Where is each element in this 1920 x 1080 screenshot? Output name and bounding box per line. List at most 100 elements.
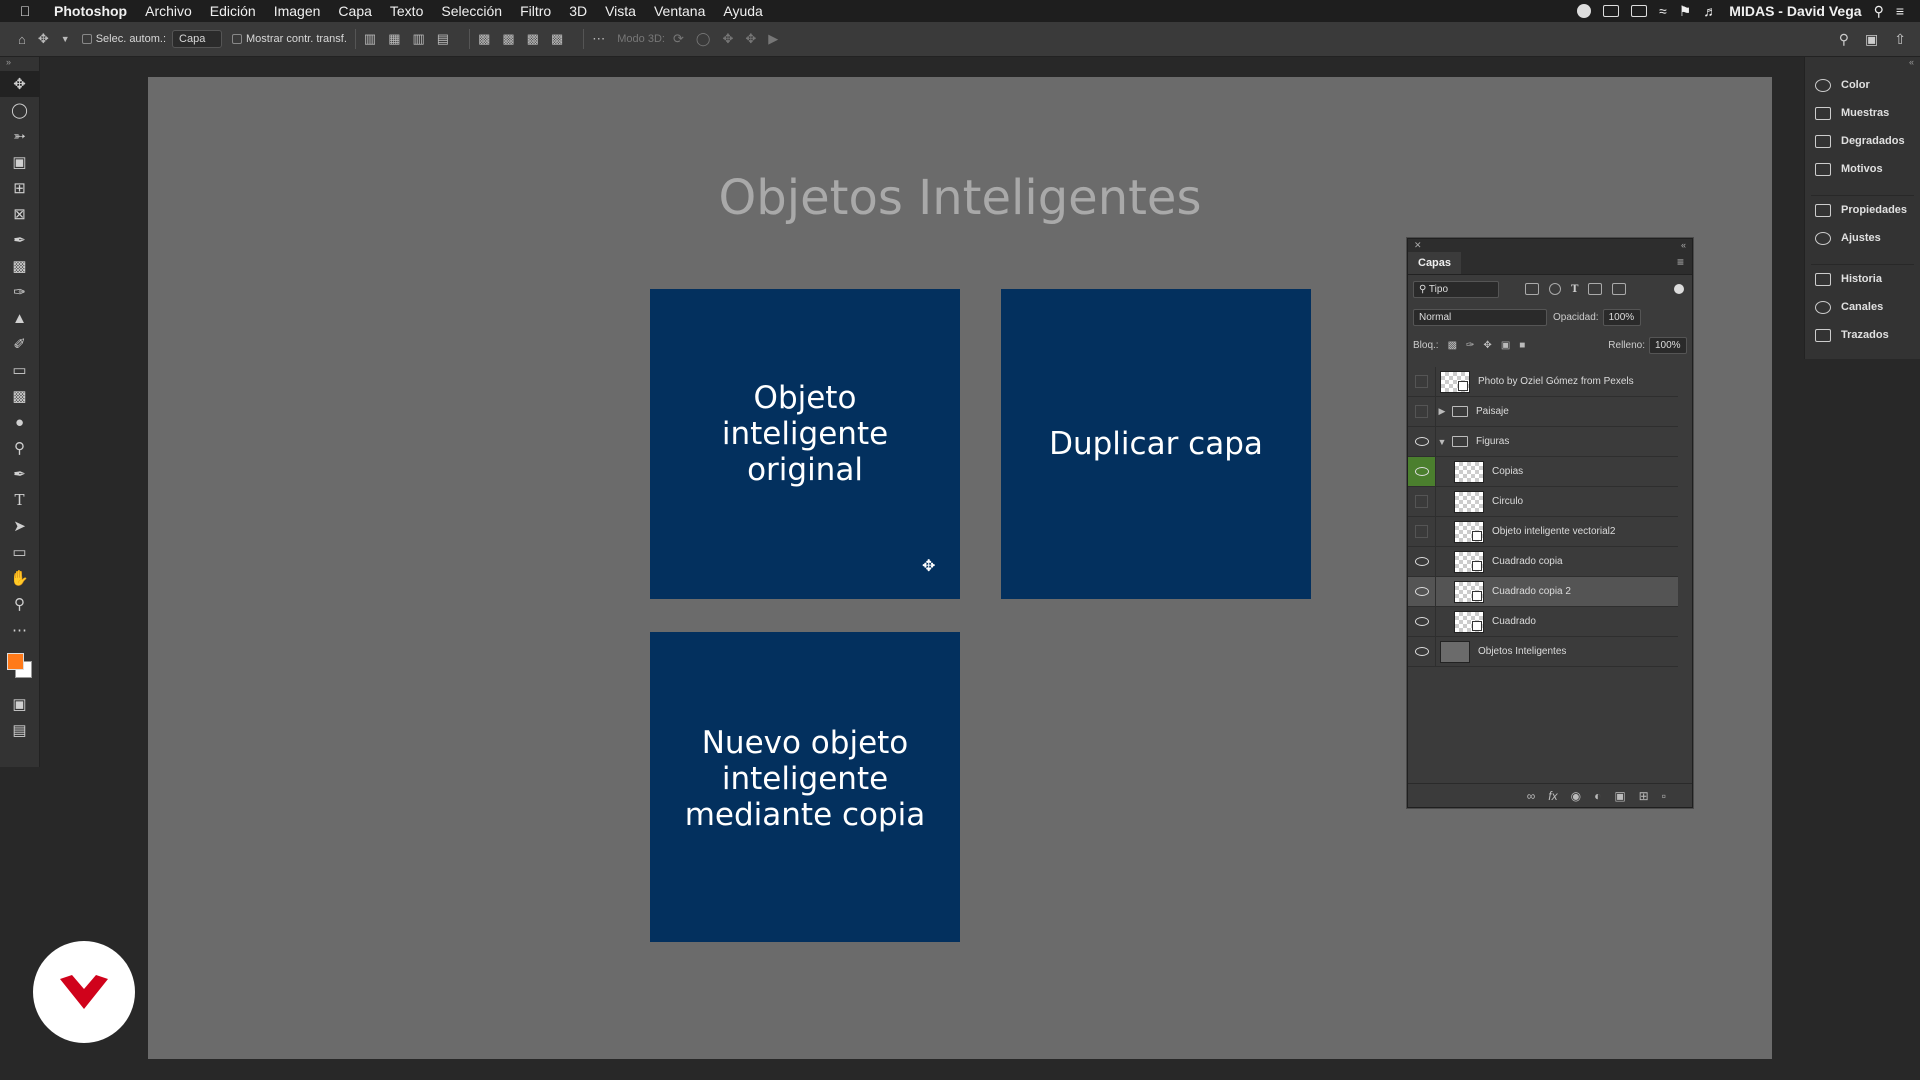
dock-item-canales[interactable]: Canales <box>1805 293 1920 321</box>
filter-shape-icon[interactable] <box>1588 283 1603 295</box>
rectangle-tool-icon[interactable]: ▭ <box>0 539 39 565</box>
more-tools-icon[interactable]: ⋯ <box>0 617 39 643</box>
flag-icon[interactable]: ⚑ <box>1679 3 1692 20</box>
dock-item-ajustes[interactable]: Ajustes <box>1805 224 1920 252</box>
filter-toggle[interactable] <box>1674 284 1684 294</box>
visibility-toggle[interactable] <box>1408 637 1436 666</box>
auto-select-dropdown[interactable]: Capa <box>172 30 223 48</box>
layer-row[interactable]: Objetos Inteligentes <box>1408 637 1678 667</box>
mask-icon[interactable]: ◉ <box>1571 789 1581 803</box>
dock-item-trazados[interactable]: Trazados <box>1805 321 1920 349</box>
slide-3d-icon[interactable]: ✥ <box>745 31 756 47</box>
menu-imagen[interactable]: Imagen <box>265 3 330 19</box>
filter-pixel-icon[interactable] <box>1525 283 1539 295</box>
path-select-tool-icon[interactable]: ➤ <box>0 513 39 539</box>
align-top-icon[interactable]: ▩ <box>478 31 490 47</box>
align-middle-icon[interactable]: ▩ <box>502 31 514 47</box>
wifi-icon[interactable]: ≈ <box>1659 3 1667 19</box>
menu-filtro[interactable]: Filtro <box>511 3 560 19</box>
roll-3d-icon[interactable]: ◯ <box>696 31 711 47</box>
card-smart-object-original[interactable]: Objeto inteligente original <box>650 289 960 599</box>
home-icon[interactable]: ⌂ <box>18 32 26 47</box>
crop-tool-icon[interactable]: ⊞ <box>0 175 39 201</box>
chevron-down-icon[interactable]: ▼ <box>61 34 70 44</box>
align-right-icon[interactable]: ▥ <box>412 31 424 47</box>
more-icon[interactable]: ⋯ <box>592 31 605 47</box>
menu-edicion[interactable]: Edición <box>201 3 265 19</box>
close-icon[interactable]: ✕ <box>1414 239 1422 251</box>
filter-type-icon[interactable]: T <box>1571 284 1578 295</box>
menu-archivo[interactable]: Archivo <box>136 3 201 19</box>
type-tool-icon[interactable]: T <box>0 487 39 513</box>
layer-row[interactable]: Objeto inteligente vectorial2 <box>1408 517 1678 547</box>
volume-icon[interactable]: ♬ <box>1703 3 1717 19</box>
visibility-toggle[interactable] <box>1408 427 1436 456</box>
collapse-icon[interactable]: « <box>1681 239 1686 251</box>
layer-row[interactable]: Circulo <box>1408 487 1678 517</box>
workspace-icon[interactable]: ▣ <box>1865 31 1878 48</box>
visibility-toggle[interactable] <box>1408 487 1436 516</box>
screen-icon[interactable] <box>1603 5 1620 17</box>
share-icon[interactable]: ⇧ <box>1894 31 1906 48</box>
layer-row[interactable]: Cuadrado <box>1408 607 1678 637</box>
filter-kind-dropdown[interactable]: ⚲ Tipo <box>1413 280 1499 298</box>
collapse-icon[interactable]: « <box>1805 57 1920 71</box>
brush-tool-icon[interactable]: ✑ <box>0 279 39 305</box>
dock-item-historia[interactable]: Historia <box>1805 265 1920 293</box>
search-icon[interactable]: ⚲ <box>1839 31 1849 48</box>
align-left-icon[interactable]: ▥ <box>364 31 376 47</box>
foreground-color-swatch[interactable] <box>7 653 24 670</box>
visibility-toggle[interactable] <box>1408 547 1436 576</box>
object-select-tool-icon[interactable]: ▣ <box>0 149 39 175</box>
lasso-tool-icon[interactable]: ➳ <box>0 123 39 149</box>
orbit-3d-icon[interactable]: ⟳ <box>673 31 684 47</box>
user-name[interactable]: MIDAS - David Vega <box>1729 3 1861 19</box>
screen-mode-icon[interactable]: ▤ <box>0 717 39 743</box>
blend-mode-dropdown[interactable]: Normal <box>1413 308 1547 326</box>
move-tool-icon[interactable]: ✥ <box>38 31 49 47</box>
dock-item-propiedades[interactable]: Propiedades <box>1805 196 1920 224</box>
collapse-icon[interactable]: » <box>0 57 39 71</box>
visibility-toggle[interactable] <box>1408 397 1436 426</box>
visibility-toggle[interactable] <box>1408 367 1436 396</box>
menu-texto[interactable]: Texto <box>381 3 432 19</box>
auto-select-checkbox[interactable] <box>81 34 92 44</box>
menu-3d[interactable]: 3D <box>560 3 596 19</box>
trash-icon[interactable]: ▫ <box>1662 789 1666 803</box>
visibility-toggle[interactable] <box>1408 607 1436 636</box>
lock-position-icon[interactable]: ✥ <box>1483 340 1491 351</box>
menu-vista[interactable]: Vista <box>596 3 645 19</box>
hand-tool-icon[interactable]: ✋ <box>0 565 39 591</box>
zoom-tool-icon[interactable]: ⚲ <box>0 591 39 617</box>
healing-brush-tool-icon[interactable]: ▩ <box>0 253 39 279</box>
pan-3d-icon[interactable]: ✥ <box>722 31 733 47</box>
spotlight-icon[interactable]: ⚲ <box>1874 3 1884 20</box>
align-center-icon[interactable]: ▦ <box>388 31 400 47</box>
opacity-input[interactable]: 100% <box>1602 308 1641 326</box>
distribute-icon[interactable]: ▤ <box>437 31 449 47</box>
filter-adjustment-icon[interactable] <box>1549 283 1561 295</box>
quick-mask-icon[interactable]: ▣ <box>0 691 39 717</box>
fx-icon[interactable]: fx <box>1548 789 1557 803</box>
eraser-tool-icon[interactable]: ▭ <box>0 357 39 383</box>
link-icon[interactable]: ∞ <box>1527 789 1536 803</box>
menu-capa[interactable]: Capa <box>329 3 380 19</box>
menu-ventana[interactable]: Ventana <box>645 3 714 19</box>
dodge-tool-icon[interactable]: ⚲ <box>0 435 39 461</box>
align-bottom-icon[interactable]: ▩ <box>527 31 539 47</box>
apple-icon[interactable]:  <box>0 3 50 19</box>
panel-menu-icon[interactable]: ≡ <box>1677 255 1692 274</box>
gradient-tool-icon[interactable]: ▩ <box>0 383 39 409</box>
filter-smart-object-icon[interactable] <box>1612 283 1627 295</box>
control-center-icon[interactable]: ≡ <box>1896 3 1904 19</box>
layer-row-selected[interactable]: Cuadrado copia 2 <box>1408 577 1678 607</box>
move-tool-icon[interactable]: ✥ <box>0 71 39 97</box>
video-3d-icon[interactable]: ▶ <box>768 31 778 47</box>
dock-item-motivos[interactable]: Motivos <box>1805 155 1920 183</box>
menu-app-name[interactable]: Photoshop <box>50 3 136 19</box>
dock-item-color[interactable]: Color <box>1805 71 1920 99</box>
adjustment-icon[interactable]: ◐ <box>1594 789 1601 803</box>
stamp-tool-icon[interactable]: ▲ <box>0 305 39 331</box>
chevron-right-icon[interactable]: ▶ <box>1436 406 1448 417</box>
show-transform-checkbox[interactable] <box>232 34 243 44</box>
